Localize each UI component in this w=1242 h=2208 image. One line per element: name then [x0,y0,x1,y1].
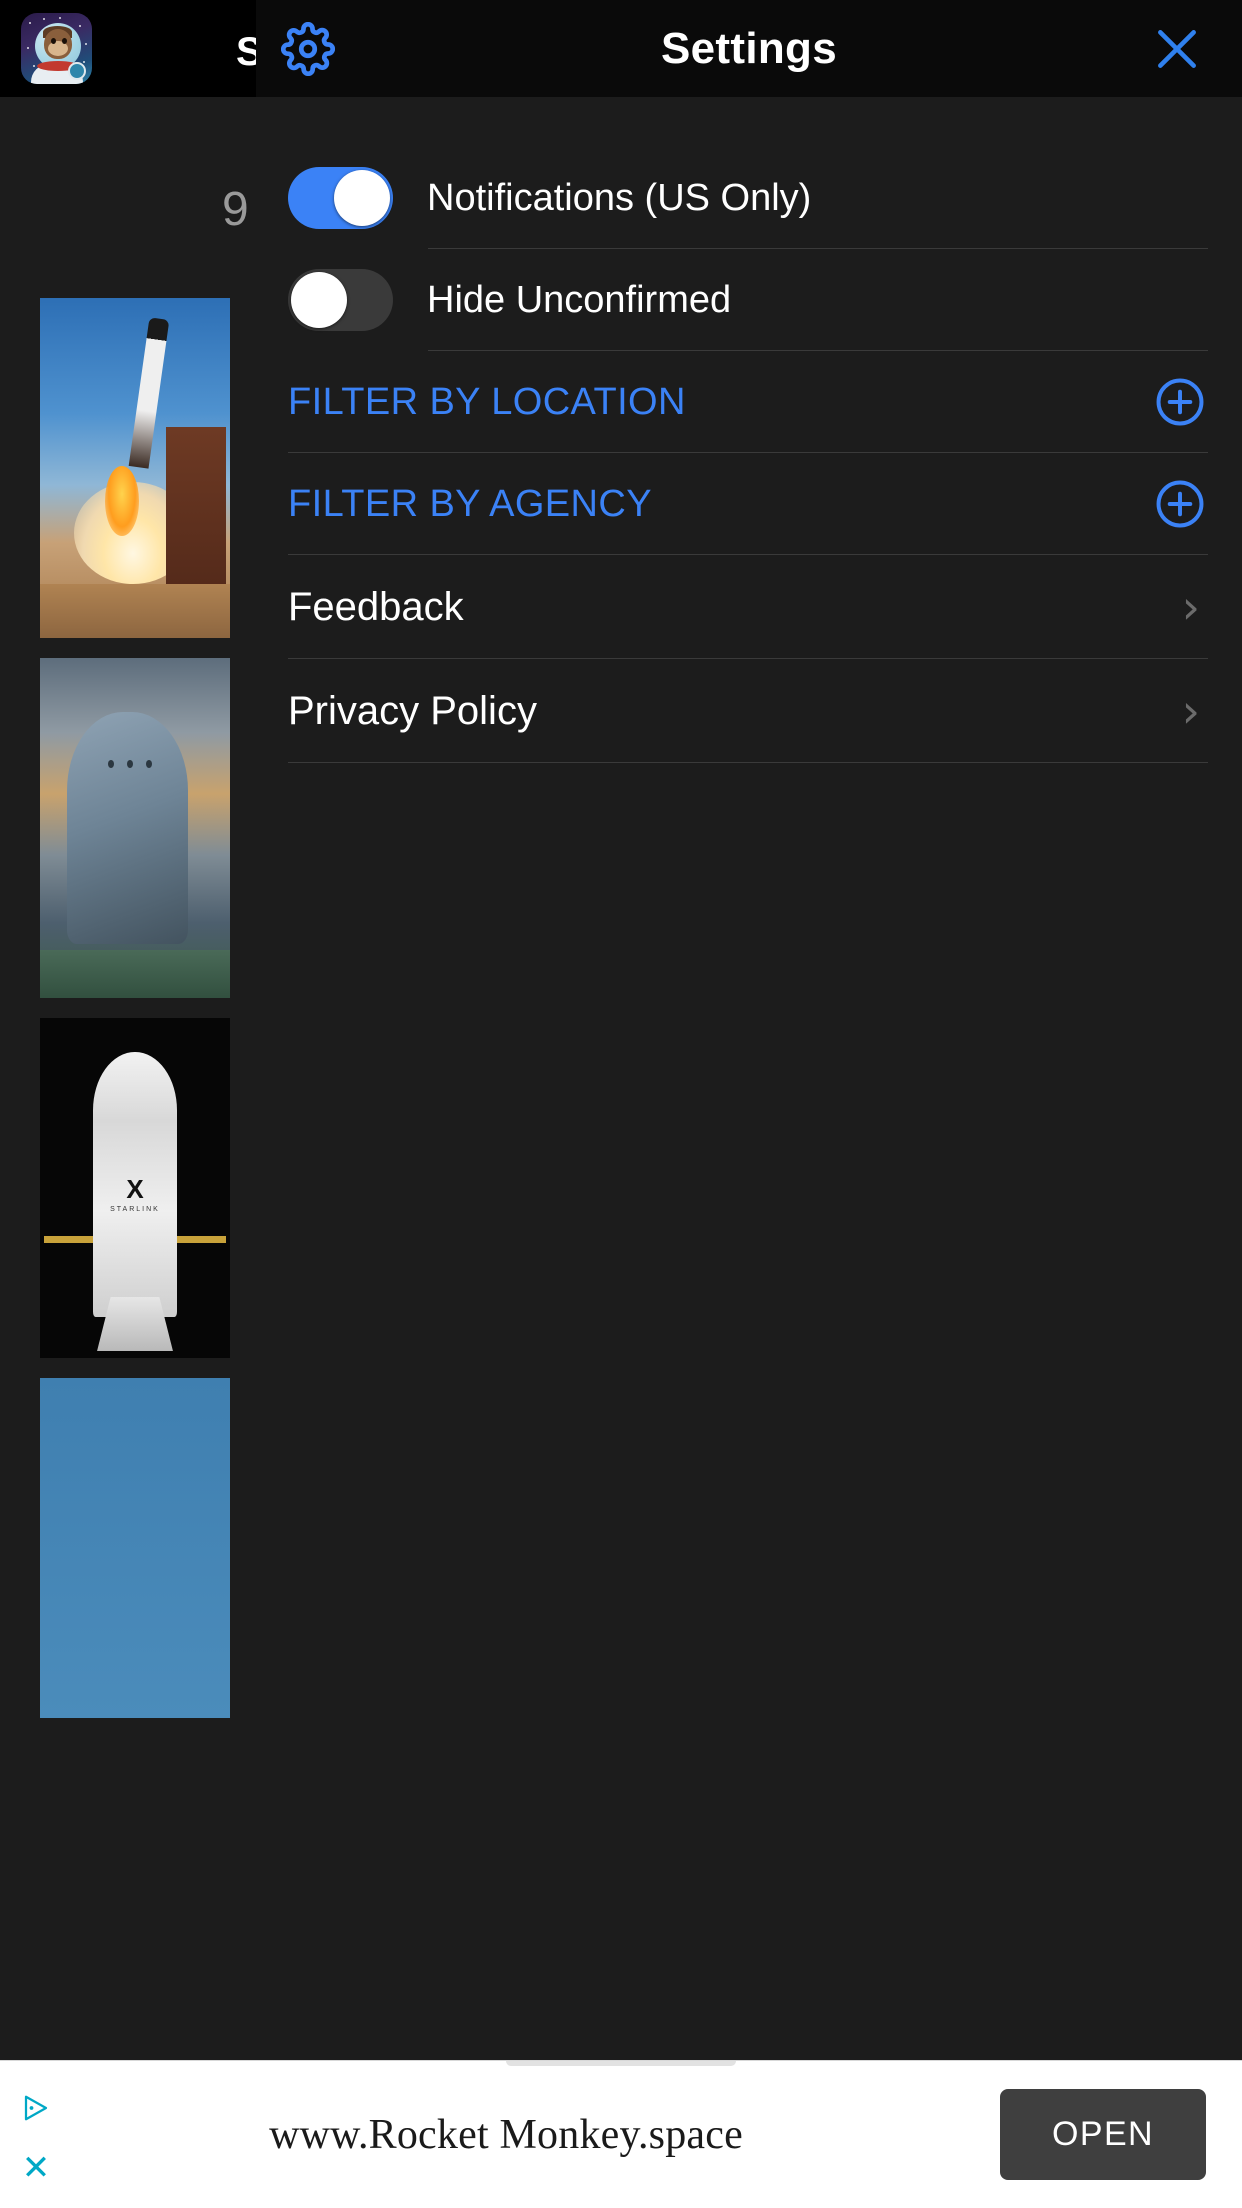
setting-row-hide-unconfirmed[interactable]: Hide Unconfirmed [256,249,1242,351]
page-title: Settings [661,23,837,73]
ad-banner[interactable]: ✕ www.Rocket Monkey.space OPEN [0,2060,1242,2208]
chevron-right-icon: › [1181,580,1200,634]
filter-row-agency[interactable]: FILTER BY AGENCY [256,453,1242,555]
launch-card-photo[interactable]: X STARLINK [40,1018,230,1358]
plus-circle-icon[interactable] [1152,374,1208,430]
hide-unconfirmed-toggle[interactable] [288,269,393,331]
monkey-eye-right [62,38,67,44]
settings-header: Settings [256,0,1242,97]
rocket-body [128,317,170,470]
close-icon[interactable] [1142,14,1212,84]
monkey-astronaut-app-icon [21,13,92,84]
app-root: S 9 X STARLINK Settings Notifications (U… [0,0,1242,2208]
toggle-knob [291,272,347,328]
link-row-feedback[interactable]: Feedback › [256,555,1242,659]
settings-panel: Settings Notifications (US Only) Hide Un… [256,0,1242,2208]
ad-url-text[interactable]: www.Rocket Monkey.space [12,2111,1000,2159]
spacex-x-logo: X [126,1173,144,1204]
filter-label-agency: FILTER BY AGENCY [288,482,652,525]
support-arm [43,1235,94,1243]
fairing-body: X STARLINK [93,1052,177,1318]
chevron-right-icon: › [1181,684,1200,738]
setting-label-hide-unconfirmed: Hide Unconfirmed [427,278,732,321]
background-launch-card-list: X STARLINK [0,278,256,2208]
link-row-privacy-policy[interactable]: Privacy Policy › [256,659,1242,763]
setting-row-notifications[interactable]: Notifications (US Only) [256,147,1242,249]
background-launch-count: 9 [222,183,249,236]
plus-circle-icon[interactable] [1152,476,1208,532]
dragon-capsule [66,712,189,944]
ocean-horizon [40,950,230,998]
support-arm [176,1235,227,1243]
suit-badge [68,62,86,80]
link-label-privacy-policy: Privacy Policy [288,688,537,733]
link-label-feedback: Feedback [288,584,464,629]
launch-card-photo[interactable] [40,658,230,998]
filter-row-location[interactable]: FILTER BY LOCATION [256,351,1242,453]
launch-card-photo[interactable] [40,1378,230,1718]
ad-open-button[interactable]: OPEN [1000,2089,1206,2180]
ad-notch-decoration [506,2061,736,2066]
launch-pad-ground [40,583,230,638]
launch-card-photo[interactable] [40,298,230,638]
row-divider [288,762,1208,763]
starlink-wordmark: STARLINK [110,1205,160,1213]
settings-list: Notifications (US Only) Hide Unconfirmed… [256,97,1242,763]
toggle-knob [334,170,390,226]
filter-label-location: FILTER BY LOCATION [288,380,686,423]
notifications-toggle[interactable] [288,167,393,229]
monkey-eye-left [51,38,56,44]
engine-flame [104,466,139,536]
setting-label-notifications: Notifications (US Only) [427,176,812,219]
